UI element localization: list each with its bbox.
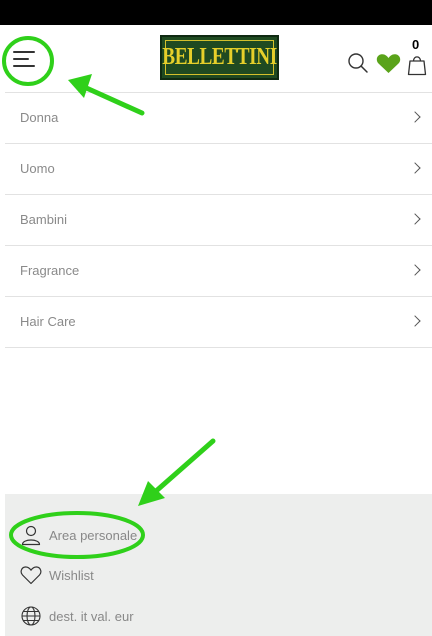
annotation-arrow-account-line [152, 438, 216, 495]
user-icon [21, 525, 41, 546]
chevron-right-icon [409, 315, 421, 327]
site-header: BELLETTINI 0 [0, 25, 432, 92]
chevron-right-icon [409, 264, 421, 276]
chevron-right-icon [409, 213, 421, 225]
wishlist-label: Wishlist [49, 567, 94, 583]
area-personale-link[interactable]: Area personale [20, 523, 137, 547]
menu-item-fragrance[interactable]: Fragrance [5, 246, 432, 297]
locale-selector[interactable]: dest. it val. eur [20, 604, 134, 628]
menu-item-bambini[interactable]: Bambini [5, 195, 432, 246]
area-personale-label: Area personale [49, 527, 138, 543]
navigation-menu: Donna Uomo Bambini Fragrance Hair Care [5, 92, 432, 348]
wishlist-link[interactable]: Wishlist [20, 563, 94, 587]
menu-item-label: Fragrance [20, 263, 80, 278]
shopping-bag-icon[interactable] [407, 53, 427, 76]
hamburger-menu-icon[interactable] [13, 47, 39, 69]
menu-item-label: Uomo [20, 161, 55, 176]
menu-item-donna[interactable]: Donna [5, 93, 432, 144]
menu-item-hair-care[interactable]: Hair Care [5, 297, 432, 348]
menu-item-uomo[interactable]: Uomo [5, 144, 432, 195]
cart-count-badge: 0 [412, 37, 420, 52]
globe-icon [21, 606, 41, 626]
heart-icon[interactable] [376, 53, 401, 74]
menu-item-label: Hair Care [20, 314, 76, 329]
logo-text: BELLETTINI [162, 44, 277, 70]
chevron-right-icon [409, 111, 421, 123]
locale-label: dest. it val. eur [49, 608, 134, 624]
chevron-right-icon [409, 162, 421, 174]
brand-logo[interactable]: BELLETTINI [160, 35, 279, 80]
search-icon[interactable] [347, 52, 369, 74]
heart-outline-icon [20, 566, 42, 585]
account-panel: Area personale Wishlist dest. it val. eu… [5, 494, 432, 636]
menu-item-label: Bambini [20, 212, 67, 227]
menu-item-label: Donna [20, 110, 59, 125]
status-bar [0, 0, 432, 25]
